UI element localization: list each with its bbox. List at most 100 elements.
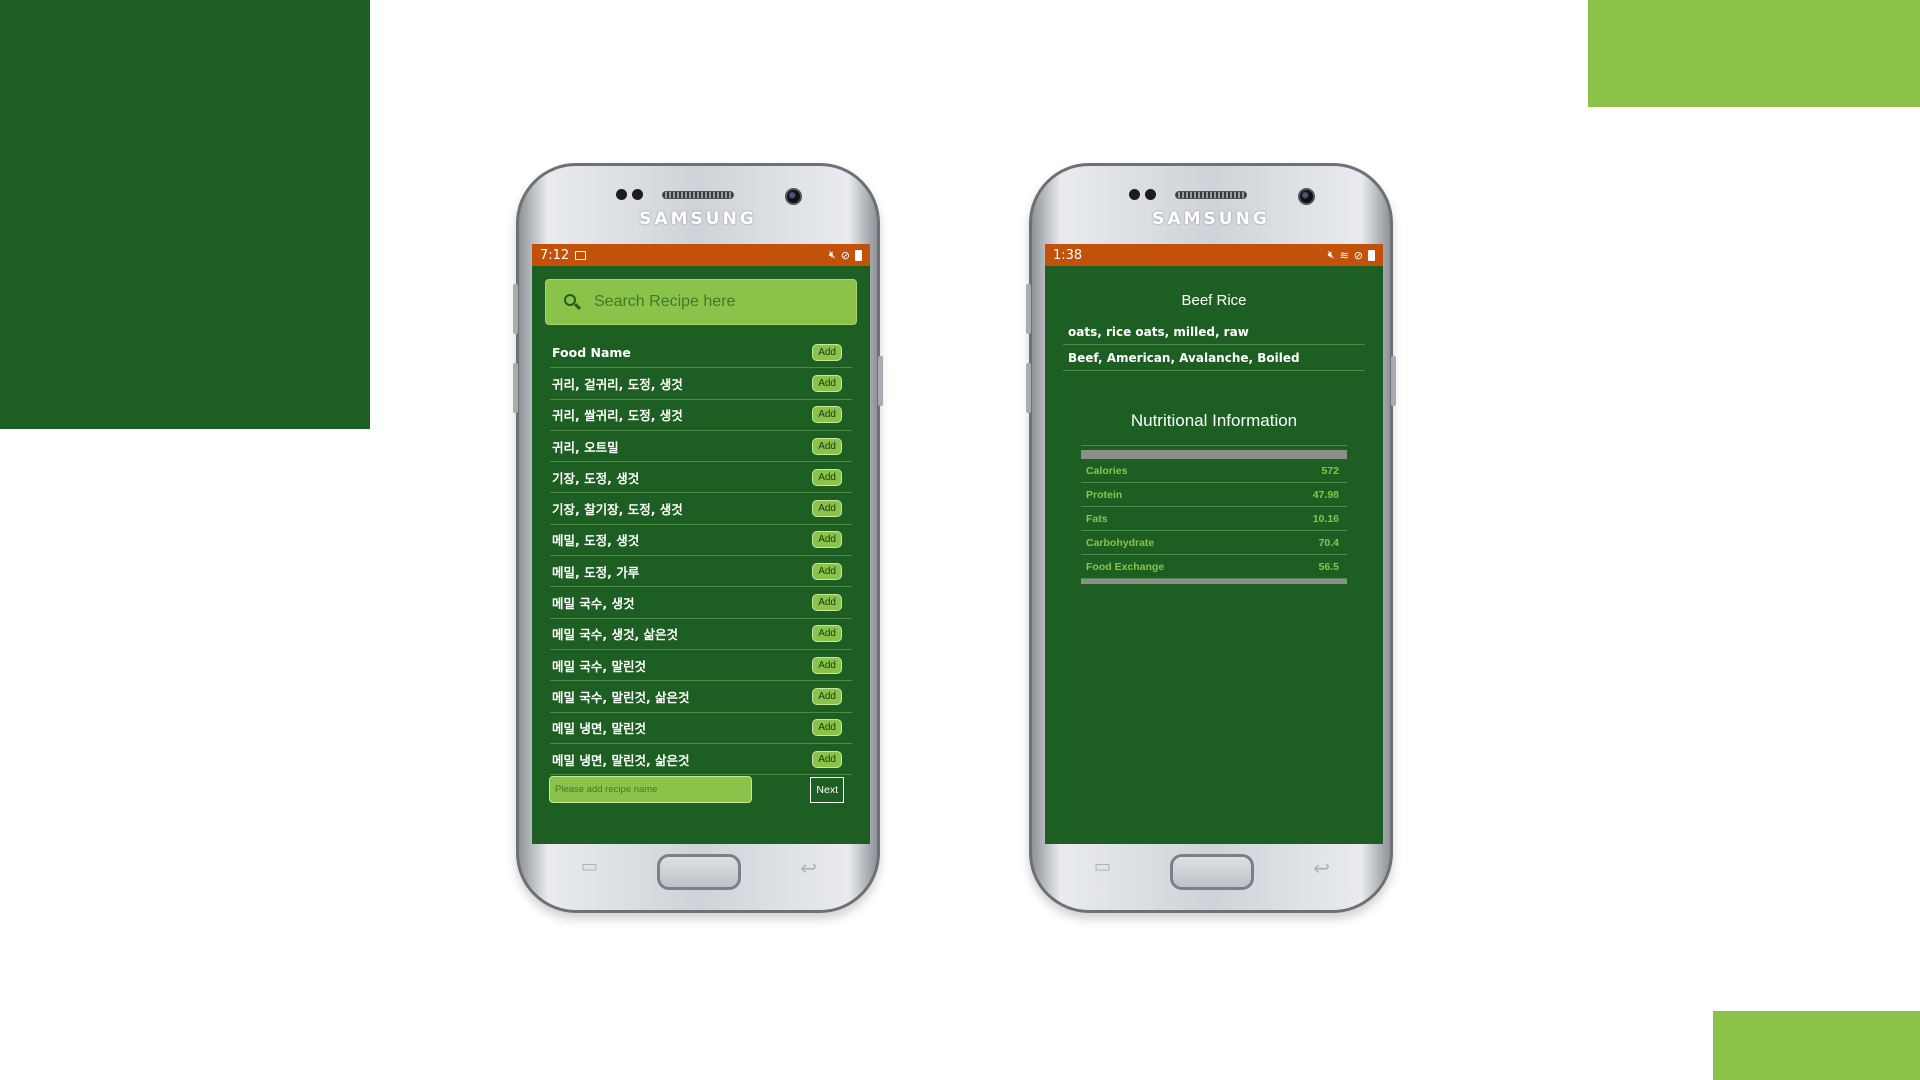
list-header: Food Name Add bbox=[550, 337, 852, 369]
power-button bbox=[878, 356, 883, 406]
list-item: 귀리, 겉귀리, 도정, 생것 Add bbox=[550, 368, 852, 400]
back-icon[interactable]: ↩ bbox=[800, 856, 817, 880]
list-item: 귀리, 오트밀 Add bbox=[550, 431, 852, 463]
add-button[interactable]: Add bbox=[812, 468, 842, 486]
list-item: 메밀 국수, 말린것, 삶은것 Add bbox=[550, 681, 852, 713]
slide: SAMSUNG 7:12 🔇︎ ⊘ Search Recipe here Foo… bbox=[0, 0, 1920, 1080]
phone-right: SAMSUNG 1:38 🔇︎ ≋ ⊘ Beef Rice oats, rice… bbox=[1026, 163, 1396, 913]
earpiece-speaker bbox=[662, 191, 734, 199]
volume-down-button bbox=[1026, 363, 1031, 413]
sensors bbox=[1129, 189, 1156, 200]
sensor-dot bbox=[632, 189, 643, 200]
nutrition-label: Fats bbox=[1086, 512, 1108, 525]
wifi-icon: ≋ bbox=[1339, 248, 1349, 262]
food-name: 기장, 찰기장, 도정, 생것 bbox=[552, 502, 683, 518]
do-not-disturb-icon: ⊘ bbox=[1353, 248, 1363, 262]
sensor-dot bbox=[1145, 189, 1156, 200]
sensors bbox=[616, 189, 643, 200]
list-item: 귀리, 쌀귀리, 도정, 생것 Add bbox=[550, 400, 852, 431]
food-name: 메밀 국수, 생것 bbox=[552, 596, 635, 612]
mute-icon: 🔇︎ bbox=[828, 248, 836, 261]
add-button[interactable]: Add bbox=[812, 750, 842, 768]
volume-down-button bbox=[513, 363, 518, 413]
nutrition-row: Protein 47.98 bbox=[1081, 483, 1347, 507]
next-button[interactable]: Next bbox=[810, 776, 844, 803]
list-item: 메밀 국수, 말린것 Add bbox=[550, 650, 852, 682]
add-button[interactable]: Add bbox=[812, 374, 842, 392]
add-button[interactable]: Add bbox=[812, 719, 842, 737]
nutrition-row: Calories 572 bbox=[1081, 459, 1347, 483]
front-camera bbox=[1298, 188, 1315, 205]
nutrition-table-footer bbox=[1081, 579, 1347, 584]
add-button[interactable]: Add bbox=[812, 531, 842, 549]
list-item: 메밀 냉면, 말린것, 삶은것 Add bbox=[550, 744, 852, 776]
search-icon bbox=[564, 294, 582, 311]
status-bar: 1:38 🔇︎ ≋ ⊘ bbox=[1045, 244, 1383, 266]
food-name: 귀리, 쌀귀리, 도정, 생것 bbox=[552, 408, 683, 424]
add-button[interactable]: Add bbox=[812, 594, 842, 612]
list-item: 메밀, 도정, 생것 Add bbox=[550, 525, 852, 557]
status-time: 1:38 bbox=[1053, 247, 1083, 263]
food-name: 귀리, 오트밀 bbox=[552, 439, 619, 455]
home-button[interactable] bbox=[657, 854, 741, 890]
nutrition-row: Food Exchange 56.5 bbox=[1081, 555, 1347, 579]
recent-apps-icon[interactable]: ▭ bbox=[581, 856, 598, 877]
food-name-header: Food Name bbox=[552, 344, 631, 360]
nutrition-row: Fats 10.16 bbox=[1081, 507, 1347, 531]
food-list: Food Name Add 귀리, 겉귀리, 도정, 생것 Add 귀리, 쌀귀… bbox=[550, 337, 852, 776]
add-button[interactable]: Add bbox=[812, 343, 842, 361]
add-button[interactable]: Add bbox=[812, 406, 842, 424]
list-item: 기장, 찰기장, 도정, 생것 Add bbox=[550, 493, 852, 525]
recipe-detail-screen: 1:38 🔇︎ ≋ ⊘ Beef Rice oats, rice oats, m… bbox=[1045, 244, 1383, 844]
home-button[interactable] bbox=[1170, 854, 1254, 890]
phone-left: SAMSUNG 7:12 🔇︎ ⊘ Search Recipe here Foo… bbox=[513, 163, 883, 913]
nutrition-table-header bbox=[1081, 450, 1347, 459]
food-name: 메밀 냉면, 말린것, 삶은것 bbox=[552, 752, 690, 768]
status-time: 7:12 bbox=[540, 247, 570, 263]
ingredient-list: oats, rice oats, milled, raw Beef, Ameri… bbox=[1063, 319, 1365, 371]
decor-block-bottom-right bbox=[1713, 1011, 1920, 1080]
sensor-dot bbox=[1129, 189, 1140, 200]
earpiece-speaker bbox=[1175, 191, 1247, 199]
nutrition-value: 70.4 bbox=[1318, 536, 1339, 549]
recipe-name-row: Please add recipe name Next bbox=[549, 776, 844, 803]
add-button[interactable]: Add bbox=[812, 500, 842, 518]
nutrition-table: Calories 572 Protein 47.98 Fats 10.16 Ca… bbox=[1081, 445, 1347, 584]
nutrition-value: 47.98 bbox=[1312, 488, 1339, 501]
recent-apps-icon[interactable]: ▭ bbox=[1094, 856, 1111, 877]
ingredient-item: oats, rice oats, milled, raw bbox=[1063, 319, 1365, 345]
brand-logo: SAMSUNG bbox=[639, 209, 757, 229]
add-button[interactable]: Add bbox=[812, 656, 842, 674]
ingredient-item: Beef, American, Avalanche, Boiled bbox=[1063, 345, 1365, 371]
recipe-title: Beef Rice bbox=[1181, 292, 1247, 309]
list-item: 메밀, 도정, 가루 Add bbox=[550, 556, 852, 588]
recipe-name-placeholder: Please add recipe name bbox=[555, 784, 658, 795]
list-item: 메밀 냉면, 말린것 Add bbox=[550, 713, 852, 744]
food-name: 귀리, 겉귀리, 도정, 생것 bbox=[552, 376, 683, 392]
do-not-disturb-icon: ⊘ bbox=[840, 248, 850, 262]
volume-up-button bbox=[1026, 284, 1031, 334]
food-name: 기장, 도정, 생것 bbox=[552, 470, 640, 486]
nutrition-row: Carbohydrate 70.4 bbox=[1081, 531, 1347, 555]
add-button[interactable]: Add bbox=[812, 562, 842, 580]
nutrition-label: Calories bbox=[1086, 464, 1128, 477]
nutrition-label: Carbohydrate bbox=[1086, 536, 1155, 549]
food-name: 메밀, 도정, 생것 bbox=[552, 533, 640, 549]
nutrition-title: Nutritional Information bbox=[1130, 411, 1298, 430]
add-button[interactable]: Add bbox=[812, 687, 842, 705]
add-button[interactable]: Add bbox=[812, 437, 842, 455]
add-button[interactable]: Add bbox=[812, 625, 842, 643]
search-placeholder: Search Recipe here bbox=[594, 293, 736, 310]
battery-icon bbox=[855, 249, 862, 261]
list-item: 메밀 국수, 생것 Add bbox=[550, 587, 852, 619]
nutrition-value: 572 bbox=[1321, 464, 1339, 477]
food-name: 메밀, 도정, 가루 bbox=[552, 564, 640, 580]
brand-logo: SAMSUNG bbox=[1152, 209, 1270, 229]
recipe-name-input[interactable]: Please add recipe name bbox=[549, 776, 752, 803]
search-input[interactable]: Search Recipe here bbox=[545, 279, 857, 325]
nutrition-value: 10.16 bbox=[1312, 512, 1339, 525]
battery-icon bbox=[1368, 249, 1375, 261]
food-name: 메밀 국수, 말린것 bbox=[552, 658, 646, 674]
back-icon[interactable]: ↩ bbox=[1313, 856, 1330, 880]
front-camera bbox=[785, 188, 802, 205]
